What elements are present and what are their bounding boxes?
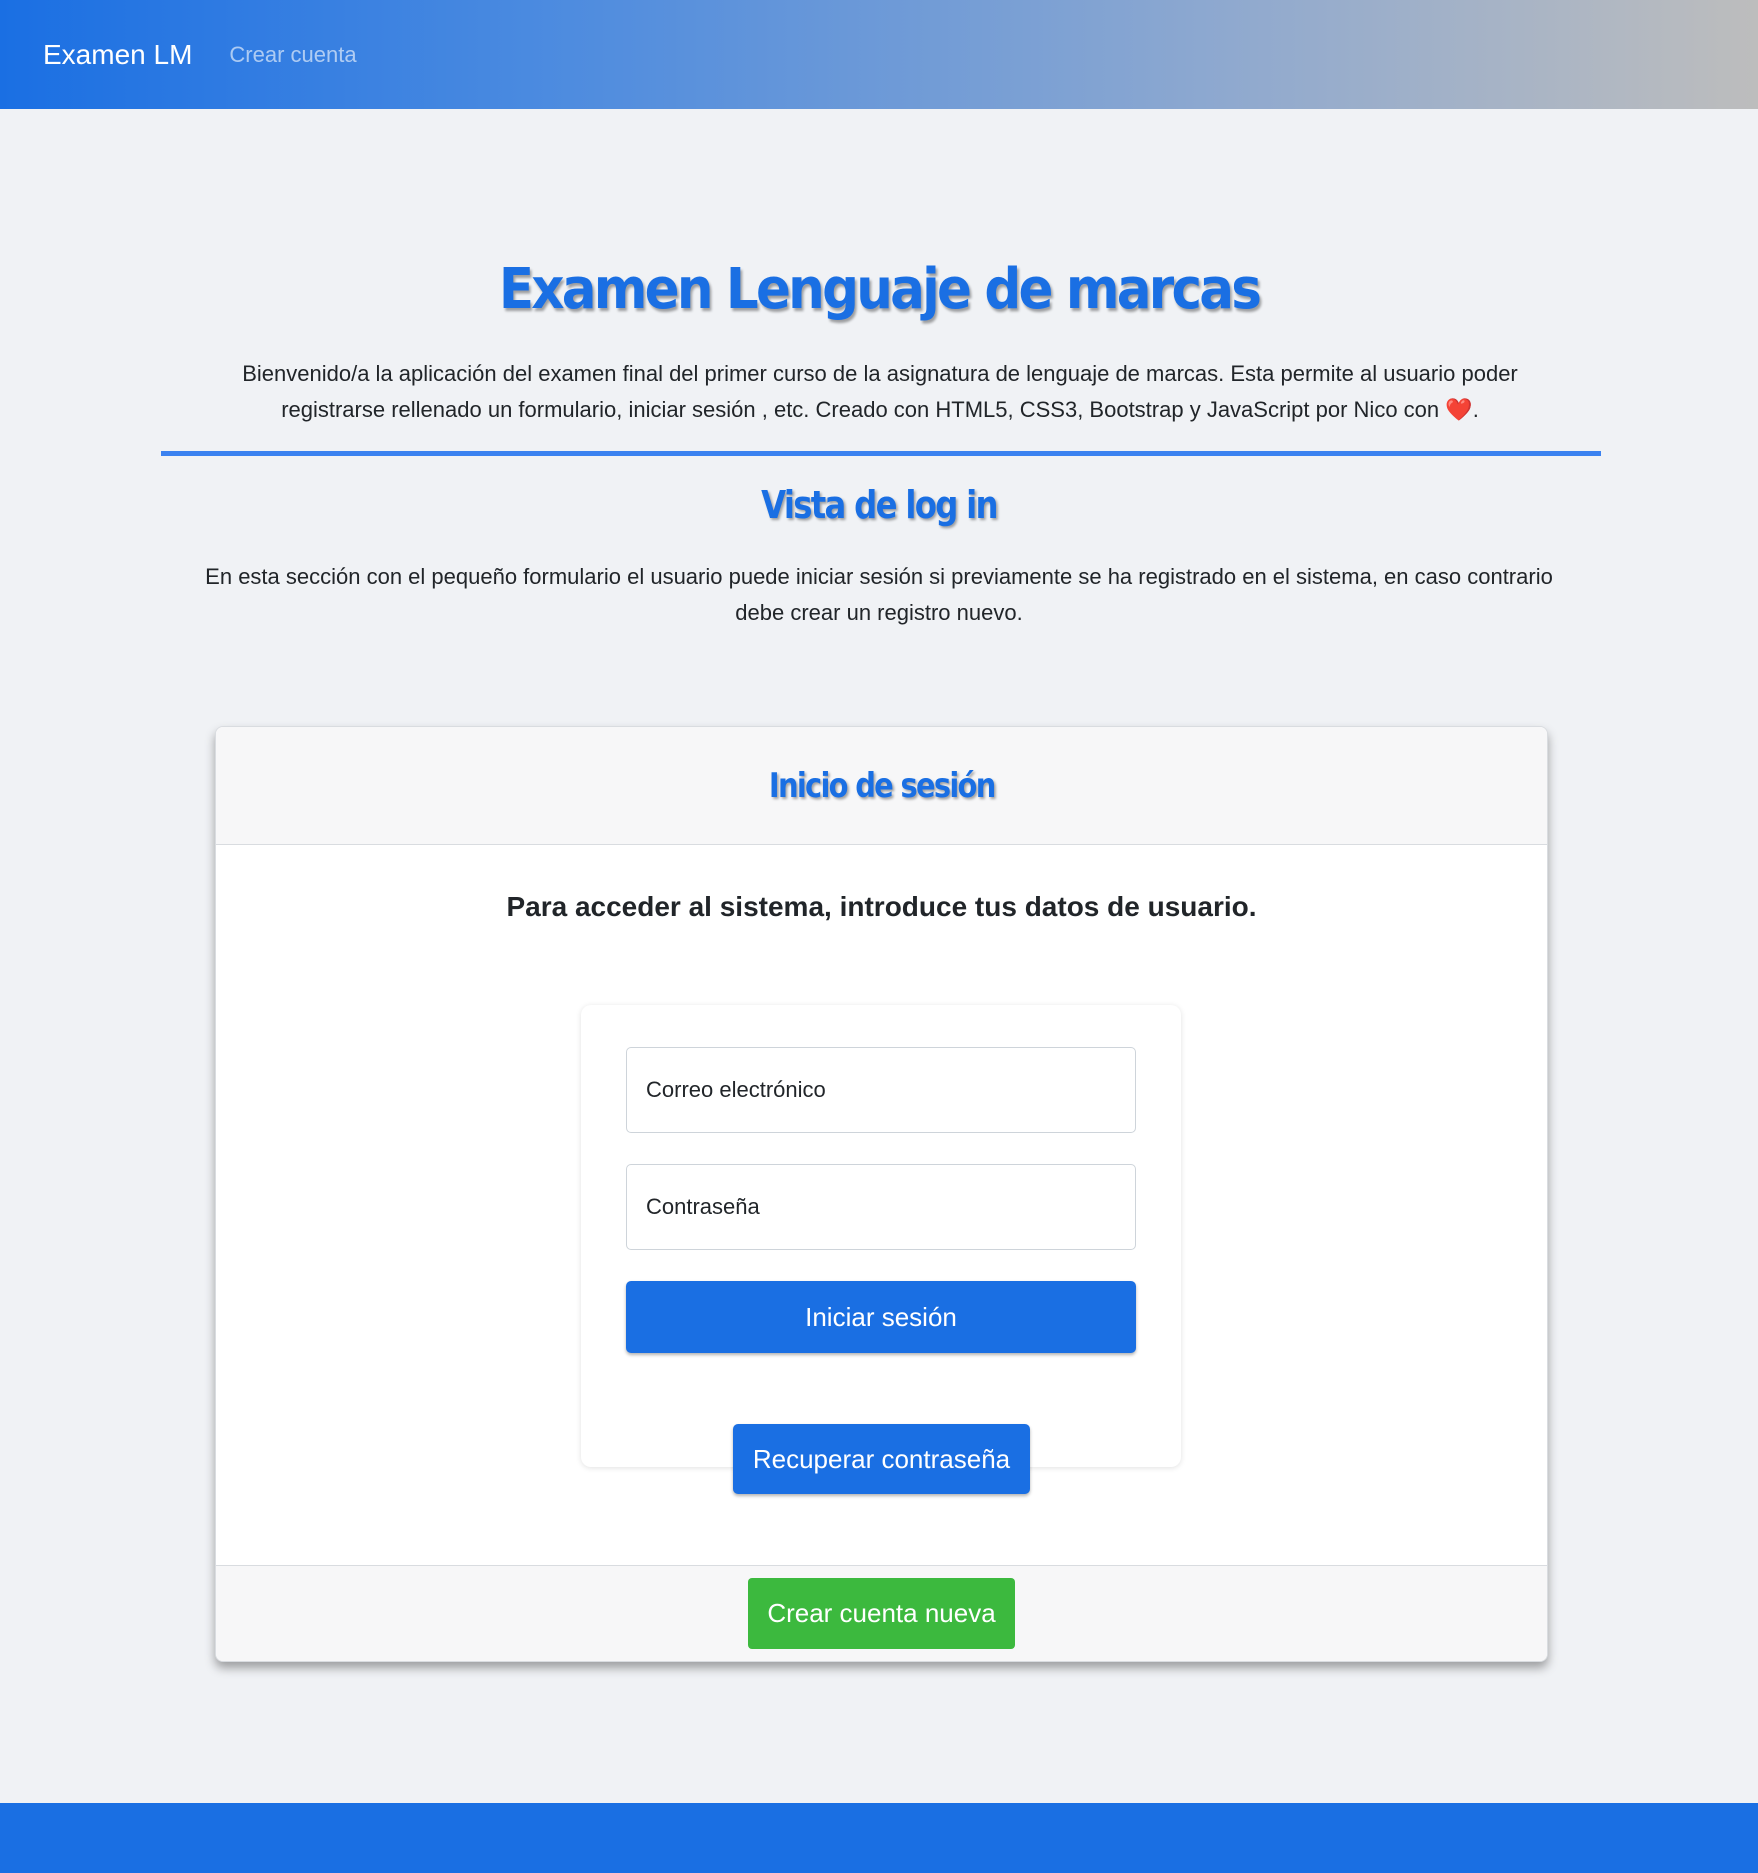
heart-icon: ❤️ <box>1445 397 1473 422</box>
intro-line-1: Bienvenido/a la aplicación del examen fi… <box>242 361 1518 386</box>
page-footer <box>0 1803 1758 1873</box>
login-button[interactable]: Iniciar sesión <box>626 1281 1136 1353</box>
login-form: Iniciar sesión Recuperar contraseña <box>581 1005 1181 1494</box>
login-card-title: Inicio de sesión <box>768 765 996 806</box>
recover-password-button[interactable]: Recuperar contraseña <box>733 1424 1030 1494</box>
intro-line-2: registrarse rellenado un formulario, ini… <box>281 397 1440 422</box>
login-card-footer: Crear cuenta nueva <box>216 1565 1547 1661</box>
section-divider <box>161 451 1601 456</box>
intro-end: . <box>1472 397 1479 422</box>
create-account-button[interactable]: Crear cuenta nueva <box>748 1578 1015 1649</box>
login-lead-text: Para acceder al sistema, introduce tus d… <box>506 891 1257 922</box>
intro-text: Bienvenido/a la aplicación del examen fi… <box>160 356 1600 428</box>
section-title: Vista de log in <box>761 483 998 527</box>
login-card-header: Inicio de sesión <box>216 727 1547 845</box>
page-title: Examen Lenguaje de marcas <box>498 257 1262 322</box>
top-navbar: Examen LM Crear cuenta <box>0 0 1758 109</box>
password-input[interactable] <box>626 1164 1136 1250</box>
email-input[interactable] <box>626 1047 1136 1133</box>
login-card: Inicio de sesión Para acceder al sistema… <box>215 726 1548 1662</box>
section-description: En esta sección con el pequeño formulari… <box>205 564 1553 625</box>
nav-link-crear-cuenta[interactable]: Crear cuenta <box>229 42 356 68</box>
navbar-brand[interactable]: Examen LM <box>43 39 192 71</box>
